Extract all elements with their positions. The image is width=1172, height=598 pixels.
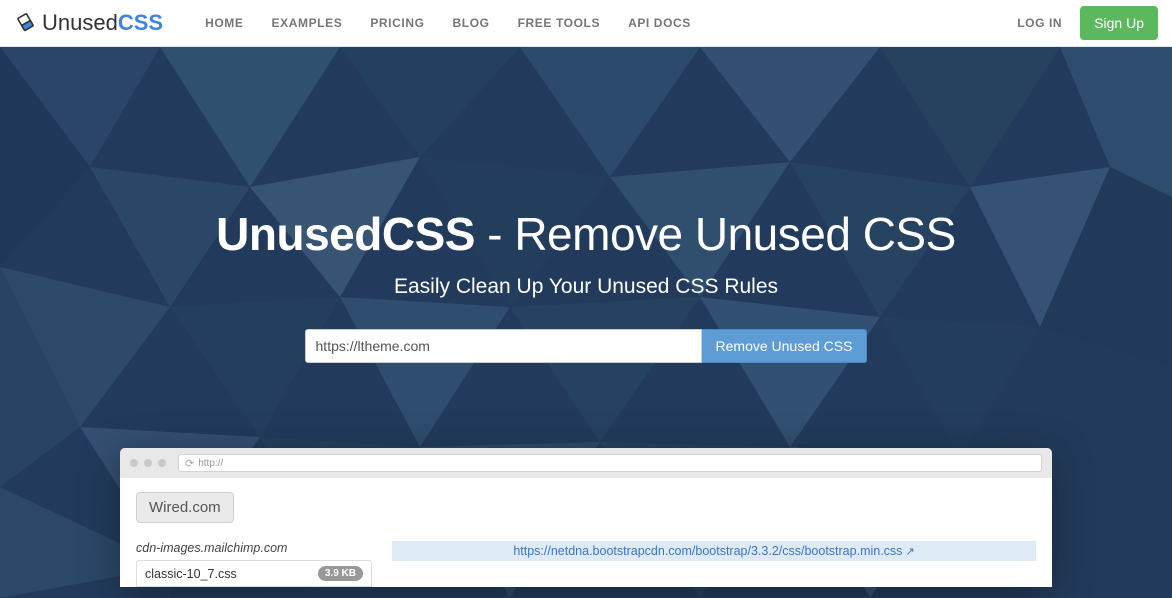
external-link-icon: ↗ [905,546,914,558]
url-input[interactable] [305,329,702,363]
nav-api-docs[interactable]: API DOCS [614,16,705,30]
css-file-item: classic-10_7.css 3.9 KB [136,560,372,587]
remove-unused-css-button[interactable]: Remove Unused CSS [702,329,868,363]
mock-browser: ⟳ http:// Wired.com cdn-images.mailchimp… [120,448,1052,587]
header: UnusedCSS HOME EXAMPLES PRICING BLOG FRE… [0,0,1172,47]
css-domain: cdn-images.mailchimp.com [136,541,372,555]
nav-pricing[interactable]: PRICING [356,16,438,30]
nav-free-tools[interactable]: FREE TOOLS [504,16,614,30]
css-link-row: https://netdna.bootstrapcdn.com/bootstra… [392,541,1036,561]
nav-home[interactable]: HOME [191,16,257,30]
nav-blog[interactable]: BLOG [439,16,504,30]
window-dot-icon [144,459,152,467]
logo[interactable]: UnusedCSS [14,10,163,36]
mock-url-bar: ⟳ http:// [178,454,1042,472]
reload-icon: ⟳ [185,457,194,470]
headline: UnusedCSS - Remove Unused CSS [0,207,1172,261]
mock-url-text: http:// [198,458,223,469]
window-dot-icon [130,459,138,467]
mock-left-col: cdn-images.mailchimp.com classic-10_7.cs… [136,541,372,587]
subheadline: Easily Clean Up Your Unused CSS Rules [0,275,1172,299]
eraser-icon [14,11,38,35]
url-form: Remove Unused CSS [305,329,868,363]
hero: UnusedCSS - Remove Unused CSS Easily Cle… [0,47,1172,598]
mock-chrome-bar: ⟳ http:// [120,448,1052,478]
css-file-name: classic-10_7.css [145,567,237,581]
site-pill: Wired.com [136,492,234,523]
css-link: https://netdna.bootstrapcdn.com/bootstra… [513,544,902,558]
signup-button[interactable]: Sign Up [1080,6,1158,40]
window-dot-icon [158,459,166,467]
logo-text: UnusedCSS [42,10,163,36]
mock-body: Wired.com cdn-images.mailchimp.com class… [120,478,1052,587]
mock-right-col: https://netdna.bootstrapcdn.com/bootstra… [392,541,1036,561]
main-nav: HOME EXAMPLES PRICING BLOG FREE TOOLS AP… [191,16,705,30]
nav-examples[interactable]: EXAMPLES [258,16,357,30]
login-link[interactable]: LOG IN [1017,16,1062,30]
file-size-badge: 3.9 KB [318,566,363,581]
